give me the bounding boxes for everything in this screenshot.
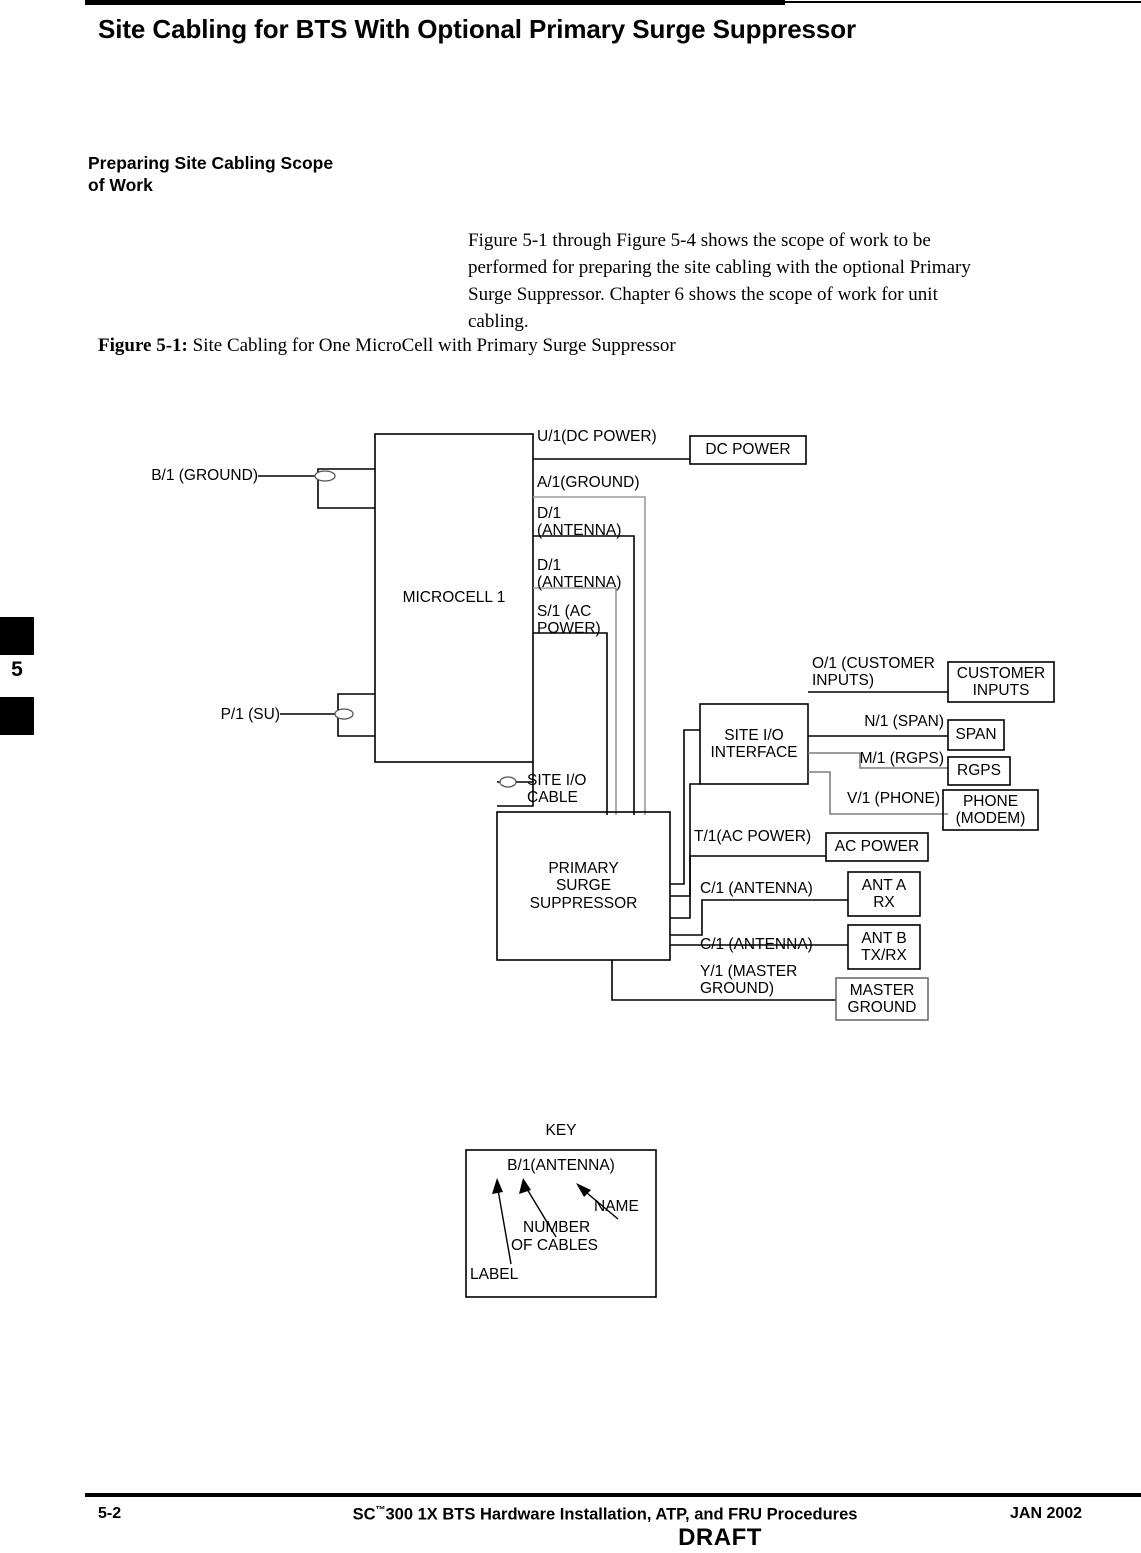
microcell-label: MICROCELL 1 — [402, 589, 506, 607]
rgps-label: RGPS — [957, 762, 1001, 780]
phone-line2: (MODEM) — [955, 810, 1026, 827]
cable-label-c1-antenna-b: C/1 (ANTENNA) — [700, 936, 813, 953]
ac-power-label: AC POWER — [834, 838, 920, 856]
key-annotation-number-line1: NUMBER — [523, 1219, 591, 1236]
cable-label-d1-antenna-b: D/1 (ANTENNA) — [537, 557, 622, 592]
customer-inputs-line1: CUSTOMER — [956, 664, 1046, 682]
page-title: Site Cabling for BTS With Optional Prima… — [98, 14, 857, 44]
key-arrowhead-name — [576, 1183, 591, 1197]
cable-label-y1-master-ground: Y/1 (MASTER GROUND) — [700, 963, 798, 998]
master-ground-label: MASTER GROUND — [836, 978, 928, 1020]
footer-draft-stamp: DRAFT — [678, 1524, 762, 1551]
cable-label-u1-dc-power: U/1(DC POWER) — [537, 428, 657, 445]
figure-caption-text: Site Cabling for One MicroCell with Prim… — [187, 335, 676, 356]
master-ground-line2: GROUND — [847, 999, 917, 1016]
surge-to-site-io-link — [670, 729, 700, 885]
master-ground-line1: MASTER — [849, 981, 915, 999]
cable-label-o1-customer-inputs: O/1 (CUSTOMER INPUTS) — [812, 655, 935, 690]
cable-label-site-io-cable: SITE I/O CABLE — [527, 772, 587, 807]
ant-b-line2: TX/RX — [861, 947, 907, 964]
trademark-icon: ™ — [375, 1505, 386, 1516]
header-rule-thick — [85, 0, 785, 5]
cable-label-s1-ac-power: S/1 (AC POWER) — [537, 603, 601, 638]
section-heading-line1: Preparing Site Cabling Scope — [88, 153, 334, 173]
customer-inputs-label: CUSTOMER INPUTS — [948, 662, 1054, 702]
header-rule-thin — [785, 1, 1141, 3]
surge-line3: SUPPRESSOR — [529, 894, 638, 912]
connector-ellipse-p1 — [334, 708, 354, 720]
ant-a-rx-label: ANT A RX — [848, 872, 920, 916]
microcell-ground-tab — [317, 468, 375, 509]
a1-ground-route — [533, 496, 646, 815]
footer-title-rest: 300 1X BTS Hardware Installation, ATP, a… — [385, 1505, 858, 1524]
cable-label-c1-antenna-a: C/1 (ANTENNA) — [700, 880, 813, 897]
cable-label-v1-phone: V/1 (PHONE) — [846, 790, 940, 807]
ant-a-line1: ANT A — [861, 876, 907, 894]
key-arrowhead-label — [492, 1178, 503, 1194]
chapter-tab-block-top — [0, 617, 34, 655]
key-arrowhead-number — [519, 1178, 531, 1194]
key-sample-label: B/1(ANTENNA) — [507, 1157, 615, 1174]
customer-inputs-line2: INPUTS — [972, 682, 1030, 699]
cable-label-a1-ground: A/1(GROUND) — [537, 474, 640, 491]
cable-label-t1-ac-power: T/1(AC POWER) — [694, 828, 812, 845]
phone-modem-label: PHONE (MODEM) — [943, 790, 1038, 830]
site-io-interface-line1: SITE I/O — [724, 726, 784, 744]
key-annotation-name: NAME — [594, 1198, 639, 1215]
chapter-tab-number: 5 — [11, 658, 23, 681]
primary-surge-suppressor-label: PRIMARY SURGE SUPPRESSOR — [497, 812, 670, 960]
connector-ellipse-b1 — [314, 470, 336, 482]
c1-antenna-a-line — [670, 899, 848, 936]
footer-page-number: 5-2 — [98, 1505, 122, 1522]
footer-date: JAN 2002 — [1010, 1505, 1083, 1522]
key-annotation-label: LABEL — [470, 1266, 519, 1283]
microcell-su-tab — [337, 693, 375, 737]
key-annotation-number-line2: OF CABLES — [511, 1237, 598, 1254]
cable-label-b1-ground: B/1 (GROUND) — [151, 467, 258, 484]
key-arrow-label — [496, 1183, 512, 1265]
ant-a-line2: RX — [873, 894, 895, 911]
cable-label-n1-span: N/1 (SPAN) — [864, 713, 944, 730]
cable-label-d1-antenna-a: D/1 (ANTENNA) — [537, 505, 622, 540]
span-label: SPAN — [955, 726, 997, 744]
footer-title-prefix: SC — [352, 1505, 376, 1524]
cable-label-m1-rgps: M/1 (RGPS) — [859, 750, 944, 767]
cable-label-p1-su: P/1 (SU) — [220, 706, 280, 723]
phone-line1: PHONE — [962, 792, 1019, 810]
section-heading-line2: of Work — [88, 175, 153, 196]
surge-line1: PRIMARY — [548, 859, 619, 877]
figure-caption: Figure 5-1: Site Cabling for One MicroCe… — [98, 335, 998, 357]
footer-rule — [85, 1493, 1141, 1497]
figure-caption-label: Figure 5-1: — [98, 335, 188, 356]
ant-b-line1: ANT B — [861, 929, 907, 947]
section-paragraph: Figure 5-1 through Figure 5-4 shows the … — [468, 230, 971, 332]
key-title: KEY — [545, 1122, 577, 1139]
section-heading: Preparing Site Cabling Scope of Work — [88, 152, 468, 197]
surge-line2: SURGE — [555, 877, 612, 895]
ant-b-txrx-label: ANT B TX/RX — [848, 925, 920, 969]
footer-document-title: SC™300 1X BTS Hardware Installation, ATP… — [265, 1505, 945, 1525]
dc-power-label: DC POWER — [705, 441, 791, 459]
chapter-tab-block-bottom — [0, 697, 34, 735]
connector-ellipse-site-io — [499, 776, 517, 788]
site-io-interface-line2: INTERFACE — [710, 744, 798, 761]
